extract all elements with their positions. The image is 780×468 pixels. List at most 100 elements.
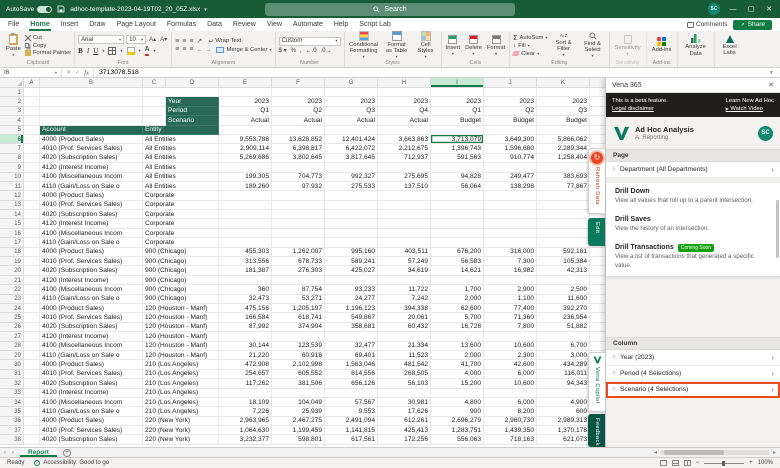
value-cell[interactable]: 16,982 (484, 266, 537, 276)
value-cell[interactable] (272, 238, 325, 248)
entity-cell[interactable]: All Entities (143, 181, 219, 192)
value-cell[interactable] (325, 332, 378, 342)
column-header-C[interactable]: C (143, 78, 166, 88)
value-cell[interactable]: 549,867 (325, 313, 378, 323)
value-cell[interactable]: 2,000 (431, 294, 484, 304)
cell[interactable]: 2023 (537, 97, 590, 107)
sheet-tab-report[interactable]: Report (20, 448, 57, 457)
entity-cell[interactable]: 120 (Houston - Manf) (143, 332, 219, 342)
row-header-4[interactable]: 4 (0, 116, 24, 126)
copy-button[interactable]: Copy (24, 43, 71, 49)
cell[interactable] (143, 97, 166, 107)
column-item-scenario[interactable]: ⠿ Scenario (4 Selections) › (606, 382, 780, 399)
value-cell[interactable]: 712,937 (378, 153, 431, 164)
value-cell[interactable]: 481,542 (378, 360, 431, 370)
value-cell[interactable] (484, 238, 537, 248)
ribbon-tab-automate[interactable]: Automate (293, 21, 323, 28)
name-box[interactable]: I6 ▾ (0, 68, 62, 77)
sheet-nav-right-icon[interactable]: › (12, 450, 14, 456)
value-cell[interactable]: 15,200 (431, 379, 484, 389)
cell[interactable] (24, 379, 40, 389)
value-cell[interactable]: 3,232,377 (219, 435, 272, 445)
value-cell[interactable]: 32,473 (219, 294, 272, 304)
row-header-29[interactable]: 29 (0, 350, 24, 361)
maximize-icon[interactable]: ▢ (746, 6, 756, 13)
entity-cell[interactable]: All Entities (143, 172, 219, 182)
cell[interactable] (325, 88, 378, 98)
cell[interactable] (24, 97, 40, 107)
value-cell[interactable]: 21,334 (378, 341, 431, 351)
cell[interactable]: 2023 (431, 97, 484, 107)
value-cell[interactable] (219, 332, 272, 342)
entity-cell[interactable]: All Entities (143, 144, 219, 154)
value-cell[interactable]: 137,510 (378, 181, 431, 192)
entity-cell[interactable]: 900 (Chicago) (143, 285, 219, 295)
value-cell[interactable]: 704,773 (272, 172, 325, 182)
value-cell[interactable] (378, 163, 431, 173)
column-header-B[interactable]: B (40, 78, 143, 88)
value-cell[interactable]: 6,422,072 (325, 144, 378, 154)
accounting-format-button[interactable]: $ ▾ (279, 47, 287, 54)
value-cell[interactable]: 57,567 (325, 397, 378, 408)
cell[interactable] (24, 172, 40, 182)
value-cell[interactable]: 1,196,123 (325, 303, 378, 314)
select-all-corner[interactable] (0, 78, 24, 88)
value-cell[interactable] (431, 275, 484, 286)
page-layout-view-icon[interactable] (671, 460, 679, 466)
row-header-37[interactable]: 37 (0, 426, 24, 436)
value-cell[interactable]: 1,396,743 (431, 144, 484, 154)
value-cell[interactable]: 394,338 (378, 303, 431, 314)
format-cells-button[interactable]: Format ▾ (486, 34, 506, 57)
value-cell[interactable] (272, 200, 325, 211)
value-cell[interactable]: 104,049 (272, 397, 325, 408)
value-cell[interactable] (325, 163, 378, 173)
ribbon-tab-review[interactable]: Review (233, 21, 256, 28)
value-cell[interactable] (325, 200, 378, 211)
cell[interactable] (143, 106, 166, 117)
value-cell[interactable]: 475,156 (219, 303, 272, 314)
value-cell[interactable] (431, 388, 484, 398)
account-cell[interactable]: 4110 (Gain/Loss on Sale o (40, 407, 143, 417)
column-item-period[interactable]: ⠿ Period (4 Selections) › (606, 366, 780, 383)
account-cell[interactable]: 4020 (Subscription Sales) (40, 379, 143, 389)
value-cell[interactable]: 425,413 (378, 426, 431, 436)
cell[interactable] (24, 238, 40, 248)
value-cell[interactable]: 5,269,686 (219, 153, 272, 164)
entity-cell[interactable]: Corporate (143, 200, 219, 211)
value-cell[interactable] (431, 163, 484, 173)
cell[interactable] (24, 275, 40, 286)
number-format-select[interactable]: Custom ▾ (278, 36, 341, 46)
cell[interactable]: 2023 (484, 97, 537, 107)
value-cell[interactable]: 814,556 (325, 369, 378, 380)
account-header-cell[interactable]: Account (40, 125, 143, 135)
value-cell[interactable]: 60,432 (378, 322, 431, 333)
value-cell[interactable]: 94,343 (537, 379, 590, 389)
value-cell[interactable]: 2,000 (431, 350, 484, 361)
value-cell[interactable]: 2,289,344 (537, 144, 590, 154)
cell[interactable]: Actual (272, 116, 325, 126)
value-cell[interactable]: 3,802,645 (272, 153, 325, 164)
dimension-label-cell[interactable]: Scenario (166, 116, 219, 126)
column-header-G[interactable]: G (325, 78, 378, 88)
value-cell[interactable]: 2,102,998 (272, 360, 325, 370)
wrap-text-button[interactable]: ↩ Wrap Text (208, 38, 241, 45)
row-header-12[interactable]: 12 (0, 191, 24, 201)
account-cell[interactable]: 4020 (Subscription Sales) (40, 435, 143, 445)
cell[interactable]: 2023 (272, 97, 325, 107)
value-cell[interactable]: 2,467,275 (272, 416, 325, 427)
horizontal-scrollbar[interactable] (659, 450, 770, 455)
value-cell[interactable]: 4,000 (431, 369, 484, 380)
value-cell[interactable]: 97,932 (272, 181, 325, 192)
entity-cell[interactable]: 220 (New York) (143, 416, 219, 427)
value-cell[interactable]: 30,981 (378, 397, 431, 408)
hscroll-left-icon[interactable]: ◂ (654, 449, 657, 456)
value-cell[interactable]: 1,199,459 (272, 426, 325, 436)
row-header-20[interactable]: 20 (0, 266, 24, 276)
value-cell[interactable] (484, 210, 537, 220)
account-cell[interactable]: 4010 (Prof. Services Sales) (40, 257, 143, 267)
value-cell[interactable]: 8,200 (484, 407, 537, 417)
account-cell[interactable]: 4000 (Product Sales) (40, 247, 143, 258)
entity-cell[interactable]: 210 (Los Angeles) (143, 360, 219, 370)
value-cell[interactable] (431, 238, 484, 248)
value-cell[interactable] (537, 200, 590, 211)
